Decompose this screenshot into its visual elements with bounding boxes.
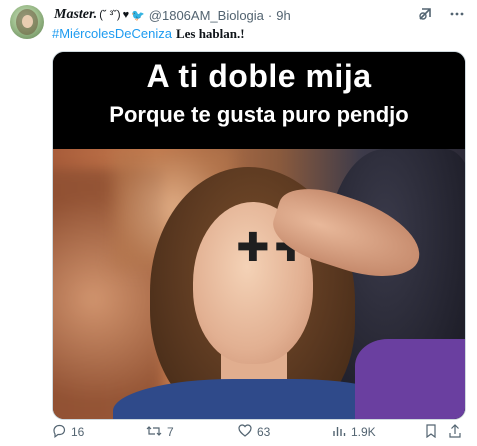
heart-icon: ♥: [122, 9, 130, 21]
avatar[interactable]: [10, 5, 44, 39]
repost-icon: [146, 424, 162, 441]
grok-icon[interactable]: [417, 6, 433, 27]
tweet-body: Les hablan.!: [175, 26, 245, 41]
tweet-header: Master. (˘ ³˘) ♥ 🐦 @1806AM_Biologia · 9h: [52, 6, 465, 24]
avatar-face: [22, 15, 33, 28]
views-button[interactable]: 1.9K: [332, 424, 376, 440]
timestamp[interactable]: 9h: [276, 8, 290, 23]
reply-count: 16: [71, 425, 85, 439]
caption-line-2: Porque te gusta puro pendjo: [109, 102, 409, 127]
bird-icon: 🐦: [131, 9, 145, 22]
share-button[interactable]: [448, 423, 462, 441]
share-icon: [448, 423, 462, 441]
bookmark-button[interactable]: [425, 423, 437, 441]
like-count: 63: [257, 425, 271, 439]
repost-count: 7: [167, 425, 174, 439]
meme-photo: ✚ ✚: [53, 149, 465, 419]
header-actions: [417, 6, 465, 27]
meme-caption: A ti doble mija Porque te gusta puro pen…: [53, 52, 465, 149]
heart-outline-icon: [238, 424, 252, 440]
hashtag-link[interactable]: #MiércolesDeCeniza: [52, 26, 172, 41]
purple-sleeve: [355, 339, 465, 419]
tweet-text: #MiércolesDeCeniza Les hablan.!: [52, 26, 245, 42]
bookmark-icon: [425, 423, 437, 441]
repost-button[interactable]: 7: [146, 424, 174, 441]
views-icon: [332, 424, 346, 440]
reply-icon: [52, 424, 66, 441]
ash-cross-1: ✚: [236, 225, 270, 271]
reply-button[interactable]: 16: [52, 424, 84, 441]
display-name[interactable]: Master.: [54, 7, 97, 23]
separator-dot: ·: [267, 7, 273, 23]
like-button[interactable]: 63: [238, 424, 270, 440]
user-handle[interactable]: @1806AM_Biologia: [149, 8, 264, 23]
more-icon[interactable]: [449, 6, 465, 27]
views-count: 1.9K: [351, 425, 376, 439]
tweet-actions: 16 7 63 1.9K: [52, 423, 465, 441]
emoticon: (˘ ³˘): [99, 9, 121, 21]
caption-line-1: A ti doble mija: [146, 58, 372, 94]
tweet-media[interactable]: A ti doble mija Porque te gusta puro pen…: [52, 51, 466, 420]
